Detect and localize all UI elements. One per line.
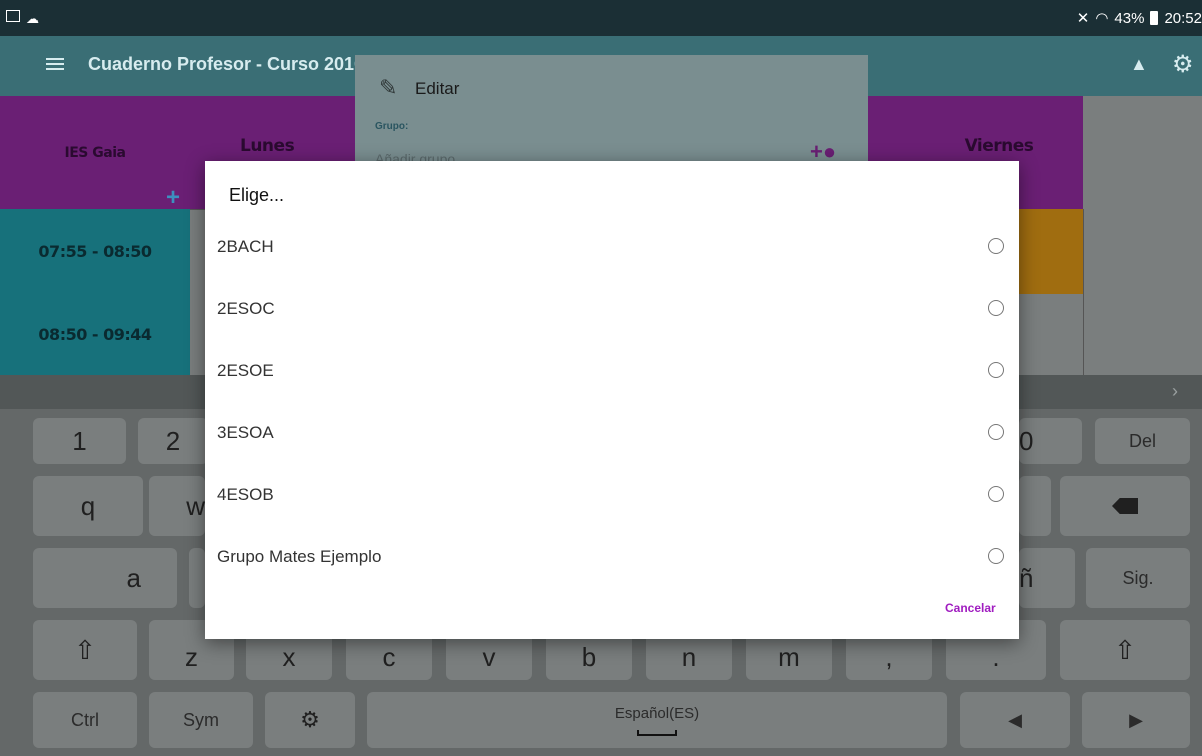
wifi-icon: ◠ <box>1095 10 1109 27</box>
arrow-left-icon: ◀ <box>1008 709 1022 730</box>
key-sym[interactable]: Sym <box>149 692 253 748</box>
space-bar-icon <box>637 729 677 736</box>
choice-dialog: Elige... 2BACH 2ESOC 2ESOE 3ESOA 4ESOB G… <box>205 161 1019 639</box>
option-2esoc[interactable]: 2ESOC <box>205 279 1019 339</box>
graduation-cap-icon[interactable]: ▲ <box>1130 54 1148 75</box>
key-settings[interactable]: ⚙ <box>265 692 355 748</box>
radio-button[interactable] <box>988 300 1004 316</box>
chevron-right-icon[interactable]: › <box>1172 381 1178 402</box>
time-slot-2: 08:50 - 09:44 <box>0 294 190 375</box>
shift-icon: ⇧ <box>1114 634 1136 665</box>
edit-dialog-title: Editar <box>415 79 460 98</box>
backspace-icon <box>1112 498 1138 514</box>
school-name: IES Gaia <box>64 144 126 161</box>
status-bar: ☁ ✕ ◠ 43% 20:52 <box>0 0 1202 36</box>
time-slot-1: 07:55 - 08:50 <box>0 209 190 294</box>
add-icon[interactable]: + <box>166 184 180 212</box>
cloud-icon: ☁ <box>26 11 39 26</box>
key-a[interactable]: a <box>33 548 177 608</box>
shift-icon: ⇧ <box>74 634 96 665</box>
key-1[interactable]: 1 <box>33 418 126 464</box>
key-shift-left[interactable]: ⇧ <box>33 620 137 680</box>
mute-icon: ✕ <box>1076 10 1090 27</box>
arrow-right-icon: ▶ <box>1129 709 1143 730</box>
key-w[interactable]: w <box>149 476 205 536</box>
key-arrow-left[interactable]: ◀ <box>960 692 1070 748</box>
space-language: Español(ES) <box>614 704 700 722</box>
empty-header <box>1083 96 1202 209</box>
menu-icon[interactable] <box>46 58 64 70</box>
radio-button[interactable] <box>988 548 1004 564</box>
key-shift-right[interactable]: ⇧ <box>1060 620 1190 680</box>
gallery-icon <box>6 10 20 22</box>
option-2esoe[interactable]: 2ESOE <box>205 341 1019 401</box>
option-4esob[interactable]: 4ESOB <box>205 465 1019 525</box>
option-3esoa[interactable]: 3ESOA <box>205 403 1019 463</box>
group-label: Grupo: <box>375 121 409 132</box>
key-backspace[interactable] <box>1060 476 1190 536</box>
key-0[interactable]: 0 <box>1019 418 1082 464</box>
option-2bach[interactable]: 2BACH <box>205 217 1019 277</box>
option-grupo-mates-ejemplo[interactable]: Grupo Mates Ejemplo <box>205 527 1019 587</box>
key-enye[interactable]: ñ <box>1019 548 1075 608</box>
key-p[interactable] <box>1019 476 1051 536</box>
key-arrow-right[interactable]: ▶ <box>1082 692 1190 748</box>
battery-percent: 43% <box>1114 9 1145 27</box>
clock: 20:52 <box>1164 9 1202 27</box>
key-delete[interactable]: Del <box>1095 418 1190 464</box>
radio-button[interactable] <box>988 362 1004 378</box>
app-title: Cuaderno Profesor - Curso 2016 <box>88 54 358 74</box>
school-header[interactable]: IES Gaia <box>0 96 190 209</box>
key-ctrl[interactable]: Ctrl <box>33 692 137 748</box>
key-2[interactable]: 2 <box>138 418 208 464</box>
choice-dialog-title: Elige... <box>229 185 285 205</box>
key-q[interactable]: q <box>33 476 143 536</box>
cancel-button[interactable]: Cancelar <box>945 601 996 615</box>
gear-icon: ⚙ <box>300 707 320 732</box>
timetable-right <box>1083 209 1202 375</box>
radio-button[interactable] <box>988 424 1004 440</box>
radio-button[interactable] <box>988 238 1004 254</box>
key-space[interactable]: Español(ES) <box>367 692 947 748</box>
pencil-icon: ✎ <box>379 75 398 100</box>
key-next[interactable]: Sig. <box>1086 548 1190 608</box>
battery-icon <box>1150 11 1159 25</box>
gear-icon[interactable]: ⚙ <box>1172 50 1194 79</box>
edit-dialog: ✎ Editar Grupo: Añadir grupo +● <box>355 55 868 167</box>
key-s[interactable] <box>189 548 205 608</box>
radio-button[interactable] <box>988 486 1004 502</box>
